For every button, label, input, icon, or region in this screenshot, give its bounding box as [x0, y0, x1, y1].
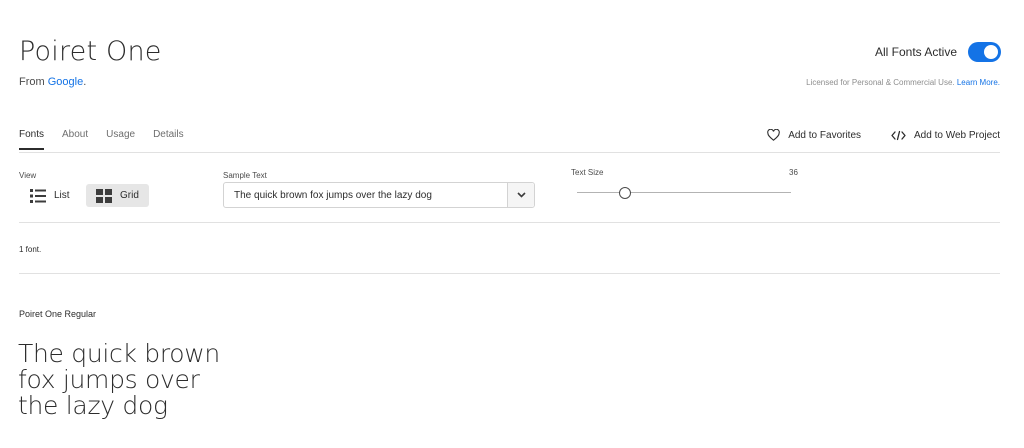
divider	[19, 222, 1000, 223]
all-fonts-active-label: All Fonts Active	[874, 45, 957, 59]
tab-details[interactable]: Details	[153, 129, 184, 150]
tab-fonts[interactable]: Fonts	[19, 129, 45, 150]
grid-view-button[interactable]: Grid	[86, 184, 149, 207]
activation-control: All Fonts Active	[875, 42, 1001, 62]
page-title: Poiret One	[19, 36, 162, 67]
divider	[19, 273, 1000, 274]
grid-view-label: Grid	[120, 190, 139, 201]
text-size-slider-handle[interactable]	[619, 187, 631, 199]
sample-text-dropdown-button[interactable]	[507, 183, 534, 207]
text-size-slider[interactable]	[577, 192, 791, 193]
list-view-label: List	[54, 190, 70, 201]
list-view-icon	[30, 188, 46, 203]
font-specimen: The quick brown fox jumps over the lazy …	[18, 339, 220, 420]
activate-toggle[interactable]	[968, 42, 1001, 62]
text-size-label: Text Size	[571, 168, 604, 177]
font-count: 1 font.	[19, 245, 42, 254]
toggle-knob	[984, 45, 998, 59]
grid-view-icon	[96, 188, 112, 203]
divider	[19, 152, 1000, 153]
sample-text-value: The quick brown fox jumps over the lazy …	[234, 189, 432, 201]
sample-text-label: Sample Text	[223, 171, 267, 180]
add-to-web-project-button[interactable]: Add to Web Project	[891, 129, 1000, 141]
add-to-favorites-label: Add to Favorites	[788, 129, 862, 141]
foundry-line: From Google.	[19, 76, 87, 88]
tab-bar: Fonts About Usage Details	[19, 129, 184, 150]
chevron-down-icon	[516, 192, 526, 198]
add-to-favorites-button[interactable]: Add to Favorites	[767, 129, 861, 141]
font-style-name: Poiret One Regular	[19, 309, 97, 319]
family-actions: Add to Favorites Add to Web Project	[767, 129, 1000, 141]
list-view-button[interactable]: List	[22, 184, 80, 207]
add-to-web-project-label: Add to Web Project	[914, 129, 1000, 141]
heart-icon	[767, 129, 780, 141]
license-line: Licensed for Personal & Commercial Use. …	[806, 78, 1000, 87]
tab-usage[interactable]: Usage	[106, 129, 135, 150]
learn-more-link[interactable]: Learn More.	[957, 78, 1000, 87]
text-size-value: 36	[789, 168, 798, 177]
tab-about[interactable]: About	[62, 129, 88, 150]
code-icon	[891, 130, 906, 140]
sample-text-select[interactable]: The quick brown fox jumps over the lazy …	[223, 182, 535, 208]
view-label: View	[19, 171, 37, 180]
foundry-link[interactable]: Google	[48, 76, 83, 88]
